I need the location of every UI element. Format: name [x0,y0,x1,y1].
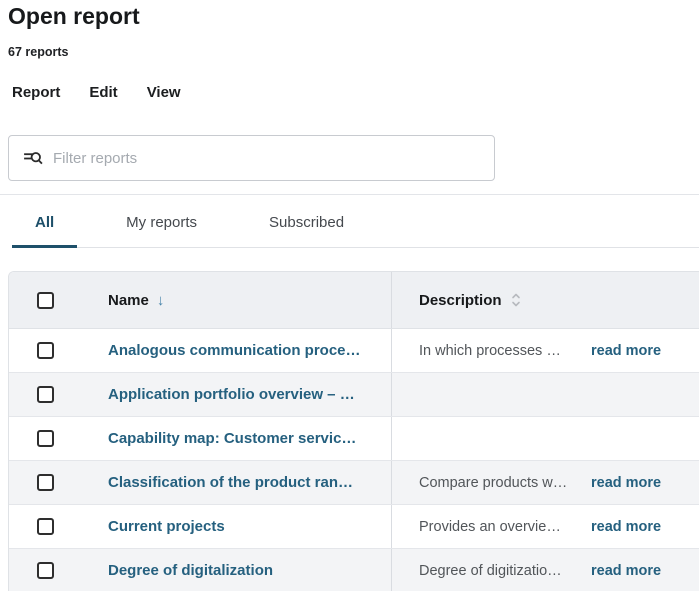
filter-reports-input[interactable] [53,150,482,167]
column-header-name[interactable]: Name ↓ [108,272,391,328]
sort-chevrons-icon[interactable] [511,292,521,308]
row-checkbox[interactable] [37,386,54,403]
table-row: Application portfolio overview – … [9,373,699,417]
filter-box [8,135,495,181]
filter-search-icon [23,148,43,168]
report-description: Provides an overvie… [419,519,583,535]
report-description: Degree of digitizatio… [419,563,583,579]
row-checkbox[interactable] [37,518,54,535]
menu-item-report[interactable]: Report [12,84,60,101]
report-count: 67 reports [8,45,699,59]
row-checkbox[interactable] [37,342,54,359]
menu-item-view[interactable]: View [147,84,181,101]
table-header-row: Name ↓ Description [9,272,699,329]
table-row: Capability map: Customer servic… [9,417,699,461]
tab-my-reports[interactable]: My reports [103,213,220,248]
table-row: Analogous communication proce… In which … [9,329,699,373]
select-all-checkbox[interactable] [37,292,54,309]
report-description: Compare products w… [419,475,583,491]
read-more-link[interactable]: read more [591,563,661,579]
tab-all[interactable]: All [12,213,77,248]
table-row: Classification of the product ran… Compa… [9,461,699,505]
row-checkbox[interactable] [37,562,54,579]
report-name-link[interactable]: Capability map: Customer servic… [108,430,356,447]
description-column-label: Description [419,292,502,309]
row-checkbox[interactable] [37,430,54,447]
report-description: In which processes … [419,343,583,359]
report-name-link[interactable]: Application portfolio overview – … [108,386,355,403]
read-more-link[interactable]: read more [591,475,661,491]
tab-subscribed[interactable]: Subscribed [246,213,367,248]
name-column-label: Name [108,292,149,309]
read-more-link[interactable]: read more [591,343,661,359]
menu-bar: Report Edit View [12,84,699,101]
tab-bar: All My reports Subscribed [12,195,699,248]
report-name-link[interactable]: Current projects [108,518,225,535]
menu-item-edit[interactable]: Edit [89,84,117,101]
page-title: Open report [8,2,699,30]
sort-descending-icon[interactable]: ↓ [157,292,165,309]
table-row: Degree of digitalization Degree of digit… [9,549,699,591]
report-name-link[interactable]: Degree of digitalization [108,562,273,579]
read-more-link[interactable]: read more [591,519,661,535]
table-row: Current projects Provides an overvie… re… [9,505,699,549]
report-name-link[interactable]: Classification of the product ran… [108,474,353,491]
row-checkbox[interactable] [37,474,54,491]
reports-table: Name ↓ Description Analogous communicati… [8,271,699,591]
column-header-description[interactable]: Description [391,272,699,328]
report-name-link[interactable]: Analogous communication proce… [108,342,361,359]
